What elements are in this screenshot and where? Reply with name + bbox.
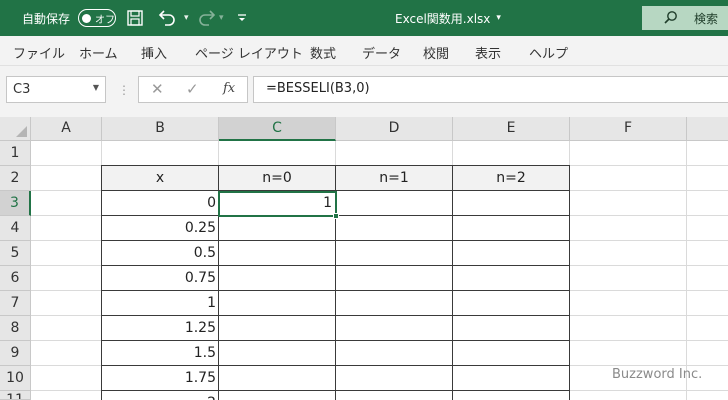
formula-input[interactable]: =BESSELI(B3,0) <box>253 76 728 103</box>
row-header-11[interactable]: 11 <box>0 391 31 400</box>
search-label: 検索 <box>694 11 719 26</box>
fill-handle[interactable] <box>333 213 339 219</box>
column-header-c[interactable]: C <box>219 117 336 141</box>
row-header-1[interactable]: 1 <box>0 141 31 166</box>
formula-buttons: ✕ ✓ fx <box>138 76 248 103</box>
cell-b6[interactable]: 0.75 <box>102 266 216 291</box>
column-header-a[interactable]: A <box>31 117 102 141</box>
active-cell-selection[interactable] <box>218 191 339 219</box>
cell-b9[interactable]: 1.5 <box>102 341 216 366</box>
redo-dropdown-icon[interactable]: ▾ <box>219 0 224 36</box>
cell-d2[interactable]: n=1 <box>336 166 452 191</box>
search-icon <box>664 11 677 24</box>
table-border <box>569 165 570 400</box>
chevron-down-icon[interactable]: ▼ <box>93 83 99 92</box>
row-header-6[interactable]: 6 <box>0 266 31 291</box>
cell-b10[interactable]: 1.75 <box>102 366 216 391</box>
row-header-8[interactable]: 8 <box>0 316 31 341</box>
select-all-button[interactable] <box>0 117 31 141</box>
cell-b3[interactable]: 0 <box>102 191 216 216</box>
column-header-d[interactable]: D <box>336 117 453 141</box>
tab-view[interactable]: 表示 <box>475 43 501 62</box>
worksheet-grid[interactable]: A B C D E F 1 2 3 4 5 6 7 8 9 10 11 x n=… <box>0 117 728 400</box>
enter-icon[interactable]: ✓ <box>186 80 199 98</box>
table-border <box>452 165 453 400</box>
cell-b4[interactable]: 0.25 <box>102 216 216 241</box>
autosave-toggle[interactable]: オフ <box>78 0 116 36</box>
name-box-value: C3 <box>13 82 31 97</box>
save-icon[interactable] <box>126 0 144 36</box>
autosave-state: オフ <box>95 14 115 26</box>
tab-review[interactable]: 校閲 <box>423 43 449 62</box>
search-box[interactable]: 検索 <box>642 6 728 30</box>
tab-help[interactable]: ヘルプ <box>529 43 568 62</box>
ribbon-tabs: ファイル ホーム 挿入 ページ レイアウト 数式 データ 校閲 表示 ヘルプ <box>0 36 728 66</box>
redo-icon[interactable] <box>196 0 218 36</box>
cell-b8[interactable]: 1.25 <box>102 316 216 341</box>
row-header-10[interactable]: 10 <box>0 366 31 391</box>
tab-file[interactable]: ファイル <box>13 43 65 62</box>
cell-c2[interactable]: n=0 <box>219 166 335 191</box>
cell-b2[interactable]: x <box>102 166 218 191</box>
tab-page-layout[interactable]: ページ レイアウト <box>195 43 303 62</box>
formula-bar-area: C3 ▼ ⋮ ✕ ✓ fx =BESSELI(B3,0) <box>0 66 728 117</box>
document-title[interactable]: Excel関数用.xlsx ▾ <box>395 0 501 36</box>
row-header-3[interactable]: 3 <box>0 191 31 216</box>
watermark: Buzzword Inc. <box>612 367 703 382</box>
title-bar: 自動保存 オフ ▾ ▾ Excel関数用.xlsx ▾ 検索 <box>0 0 728 36</box>
row-header-5[interactable]: 5 <box>0 241 31 266</box>
more-options-icon[interactable]: ⋮ <box>118 83 130 97</box>
tab-formulas[interactable]: 数式 <box>310 43 336 62</box>
cell-b5[interactable]: 0.5 <box>102 241 216 266</box>
row-header-7[interactable]: 7 <box>0 291 31 316</box>
row-header-2[interactable]: 2 <box>0 166 31 191</box>
document-title-text: Excel関数用.xlsx <box>395 11 491 26</box>
tab-insert[interactable]: 挿入 <box>141 43 167 62</box>
cell-e2[interactable]: n=2 <box>453 166 569 191</box>
column-header-b[interactable]: B <box>102 117 219 141</box>
column-header-f[interactable]: F <box>570 117 687 141</box>
autosave-label: 自動保存 <box>22 11 71 26</box>
row-header-9[interactable]: 9 <box>0 341 31 366</box>
tab-home[interactable]: ホーム <box>79 43 118 62</box>
gridline <box>686 141 687 400</box>
name-box[interactable]: C3 ▼ <box>6 76 106 103</box>
undo-icon[interactable] <box>156 0 178 36</box>
row-header-4[interactable]: 4 <box>0 216 31 241</box>
cancel-icon[interactable]: ✕ <box>151 80 164 98</box>
tab-data[interactable]: データ <box>362 43 401 62</box>
select-all-icon <box>16 126 27 137</box>
table-border <box>101 165 102 400</box>
column-header-g[interactable] <box>687 117 728 141</box>
customize-toolbar-icon[interactable] <box>236 0 248 36</box>
cell-b11[interactable]: 2 <box>102 391 216 400</box>
chevron-down-icon: ▾ <box>496 13 501 23</box>
cell-b7[interactable]: 1 <box>102 291 216 316</box>
insert-function-icon[interactable]: fx <box>223 81 235 96</box>
undo-dropdown-icon[interactable]: ▾ <box>184 0 189 36</box>
column-header-e[interactable]: E <box>453 117 570 141</box>
toggle-knob <box>82 13 91 23</box>
